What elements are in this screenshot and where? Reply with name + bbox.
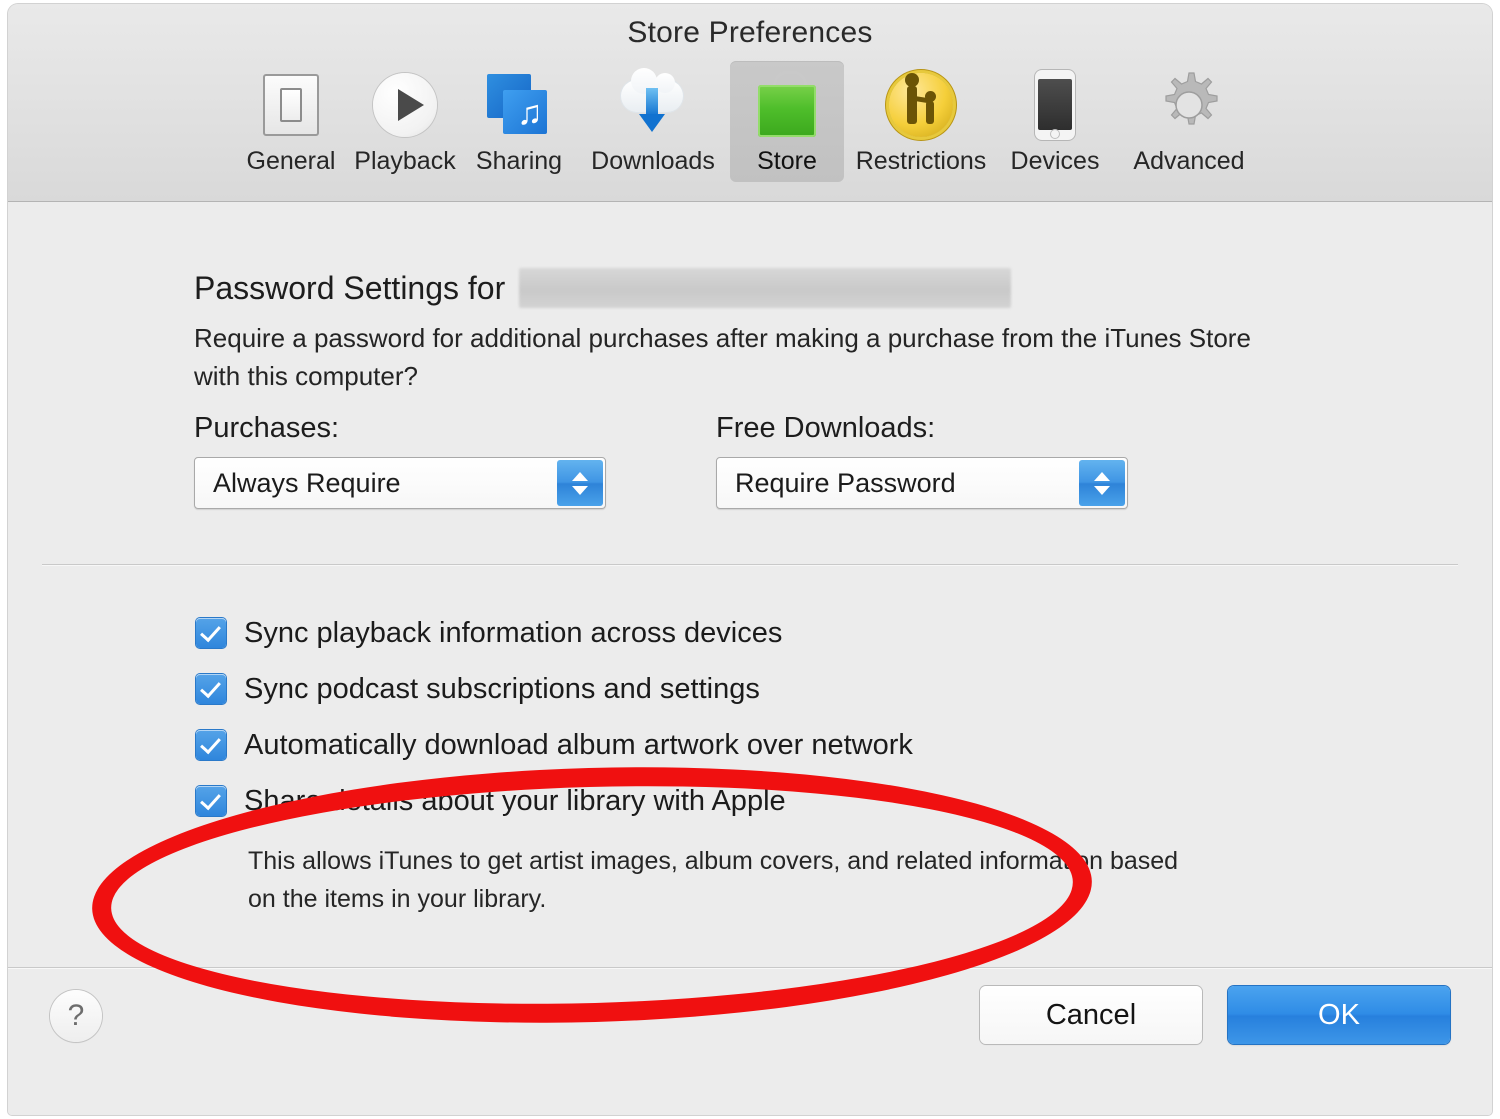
checkbox-auto-download-artwork[interactable] xyxy=(196,730,226,760)
purchases-stepper-arrows[interactable] xyxy=(557,460,603,506)
help-button[interactable]: ? xyxy=(50,990,102,1042)
play-icon xyxy=(368,67,442,143)
gear-icon xyxy=(1152,67,1226,143)
checkbox-row-share-library-details[interactable]: Share details about your library with Ap… xyxy=(196,780,913,836)
tab-restrictions[interactable]: Restrictions xyxy=(844,61,998,182)
sync-options-list: Sync playback information across devices… xyxy=(196,612,913,836)
iphone-icon xyxy=(1018,67,1092,143)
purchases-field-group: Purchases: Always Require xyxy=(194,412,606,509)
screenshot-root: Store Preferences General Playback ♫ Sha… xyxy=(0,0,1500,1119)
shopping-bag-icon xyxy=(750,67,824,143)
preferences-tab-bar: General Playback ♫ Sharing Downloads Sto… xyxy=(8,61,1492,182)
tab-general[interactable]: General xyxy=(234,61,348,182)
store-preferences-pane: Password Settings for Require a password… xyxy=(8,202,1492,1036)
cloud-download-icon xyxy=(616,67,690,143)
purchases-select[interactable]: Always Require xyxy=(194,457,606,509)
checkbox-auto-download-artwork-label: Automatically download album artwork ove… xyxy=(244,729,913,761)
purchases-select-value: Always Require xyxy=(213,467,401,498)
checkbox-sync-playback-label: Sync playback information across devices xyxy=(244,617,783,649)
tab-playback-label: Playback xyxy=(354,147,456,175)
free-downloads-field-group: Free Downloads: Require Password xyxy=(716,412,1128,509)
free-downloads-select-value: Require Password xyxy=(735,467,956,498)
share-details-note: This allows iTunes to get artist images,… xyxy=(248,847,1179,913)
tab-store[interactable]: Store xyxy=(730,61,844,182)
checkbox-row-sync-podcasts[interactable]: Sync podcast subscriptions and settings xyxy=(196,668,913,724)
tab-store-label: Store xyxy=(757,147,817,175)
tab-restrictions-label: Restrictions xyxy=(855,147,987,175)
dialog-action-buttons: Cancel OK xyxy=(980,986,1450,1044)
tab-advanced-label: Advanced xyxy=(1133,147,1245,175)
dialog-footer: ? Cancel OK xyxy=(8,967,1492,1115)
free-downloads-select[interactable]: Require Password xyxy=(716,457,1128,509)
ok-button[interactable]: OK xyxy=(1228,986,1450,1044)
checkbox-sync-podcasts[interactable] xyxy=(196,674,226,704)
tab-downloads-label: Downloads xyxy=(591,147,715,175)
preferences-toolbar: Store Preferences General Playback ♫ Sha… xyxy=(8,4,1492,202)
checkbox-row-auto-download-artwork[interactable]: Automatically download album artwork ove… xyxy=(196,724,913,780)
tab-sharing-label: Sharing xyxy=(475,147,563,175)
checkbox-row-sync-playback[interactable]: Sync playback information across devices xyxy=(196,612,913,668)
password-settings-description: Require a password for additional purcha… xyxy=(194,323,1251,391)
tab-sharing[interactable]: ♫ Sharing xyxy=(462,61,576,182)
password-popup-fields: Purchases: Always Require Free Downloads… xyxy=(194,412,1128,509)
general-icon xyxy=(254,67,328,143)
password-settings-heading-text: Password Settings for xyxy=(194,269,506,306)
tab-advanced[interactable]: Advanced xyxy=(1112,61,1266,182)
store-preferences-window: Store Preferences General Playback ♫ Sha… xyxy=(8,4,1492,1115)
account-name-redacted xyxy=(519,268,1012,308)
tab-devices-label: Devices xyxy=(1010,147,1100,175)
sharing-icon: ♫ xyxy=(482,67,556,143)
window-title: Store Preferences xyxy=(627,16,873,49)
tab-downloads[interactable]: Downloads xyxy=(576,61,730,182)
checkbox-sync-podcasts-label: Sync podcast subscriptions and settings xyxy=(244,673,760,705)
cancel-button[interactable]: Cancel xyxy=(980,986,1202,1044)
free-downloads-label: Free Downloads: xyxy=(716,412,936,444)
free-downloads-stepper-arrows[interactable] xyxy=(1079,460,1125,506)
tab-general-label: General xyxy=(246,147,336,175)
tab-devices[interactable]: Devices xyxy=(998,61,1112,182)
section-divider-top xyxy=(42,564,1458,565)
purchases-label: Purchases: xyxy=(194,412,340,444)
tab-playback[interactable]: Playback xyxy=(348,61,462,182)
password-settings-heading: Password Settings for xyxy=(194,268,1012,308)
checkbox-sync-playback[interactable] xyxy=(196,618,226,648)
parental-controls-icon xyxy=(884,67,958,143)
checkbox-share-library-details-label: Share details about your library with Ap… xyxy=(244,785,786,817)
checkbox-share-library-details[interactable] xyxy=(196,786,226,816)
